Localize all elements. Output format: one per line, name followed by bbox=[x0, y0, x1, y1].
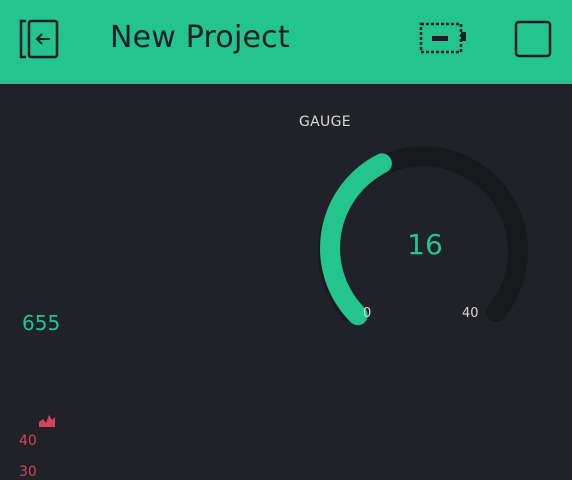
stop-button[interactable] bbox=[513, 19, 553, 59]
square-icon bbox=[514, 20, 552, 58]
device-status-button[interactable] bbox=[418, 20, 470, 58]
value-display[interactable]: 655 bbox=[22, 311, 60, 335]
chart-y-tick: 30 bbox=[19, 464, 37, 480]
project-title: New Project bbox=[110, 20, 290, 55]
app-window: New Project GAUGE 16 0 40 655 40 30 bbox=[0, 0, 572, 480]
back-button[interactable] bbox=[18, 18, 62, 60]
battery-icon bbox=[419, 22, 466, 54]
gauge-max-label: 40 bbox=[462, 306, 479, 321]
chart-y-tick: 40 bbox=[19, 433, 37, 449]
top-bar: New Project bbox=[0, 0, 572, 84]
gauge-label: GAUGE bbox=[299, 114, 351, 130]
exit-door-icon bbox=[19, 19, 59, 59]
gauge-min-label: 0 bbox=[363, 306, 372, 321]
area-chart-icon bbox=[39, 415, 55, 427]
gauge-fill bbox=[320, 153, 392, 326]
gauge-value: 16 bbox=[407, 228, 443, 261]
